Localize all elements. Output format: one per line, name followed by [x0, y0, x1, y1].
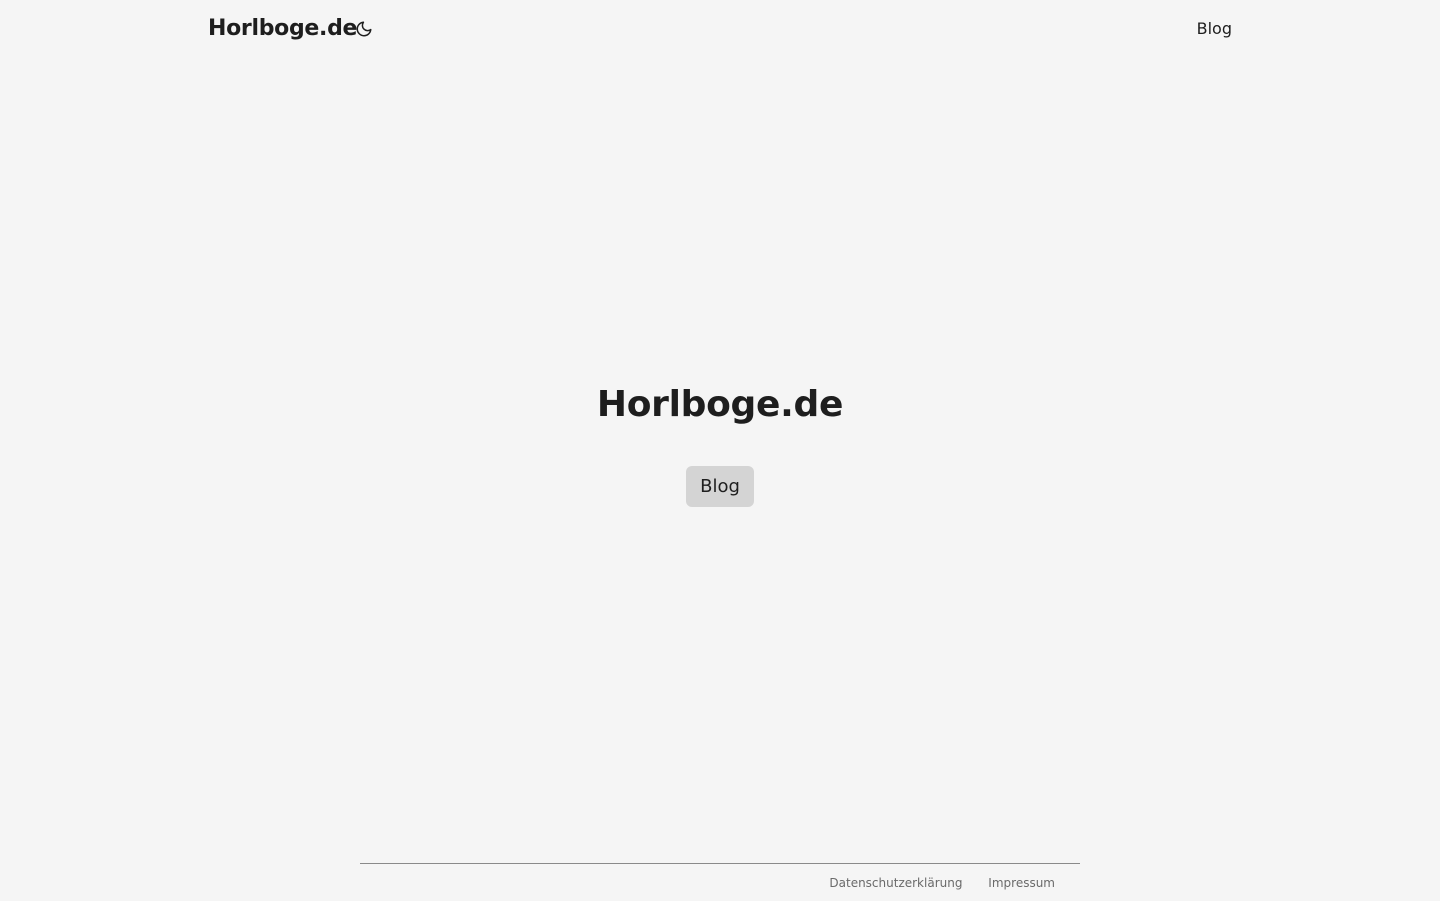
- footer-links: Datenschutzerklärung Impressum: [807, 876, 1055, 890]
- site-header: Horlboge.de Blog: [0, 0, 1440, 58]
- footer-link-imprint[interactable]: Impressum: [988, 876, 1055, 890]
- site-footer: Datenschutzerklärung Impressum: [360, 863, 1080, 901]
- theme-toggle-button[interactable]: [353, 18, 375, 40]
- hero-title: Horlboge.de: [596, 384, 844, 425]
- footer-link-privacy[interactable]: Datenschutzerklärung: [829, 876, 962, 890]
- hero-section: Horlboge.de Blog: [0, 380, 1440, 507]
- nav-link-blog[interactable]: Blog: [1197, 18, 1232, 40]
- hero-blog-button[interactable]: Blog: [686, 466, 754, 507]
- moon-icon: [355, 20, 373, 38]
- site-logo-link[interactable]: Horlboge.de: [208, 14, 357, 44]
